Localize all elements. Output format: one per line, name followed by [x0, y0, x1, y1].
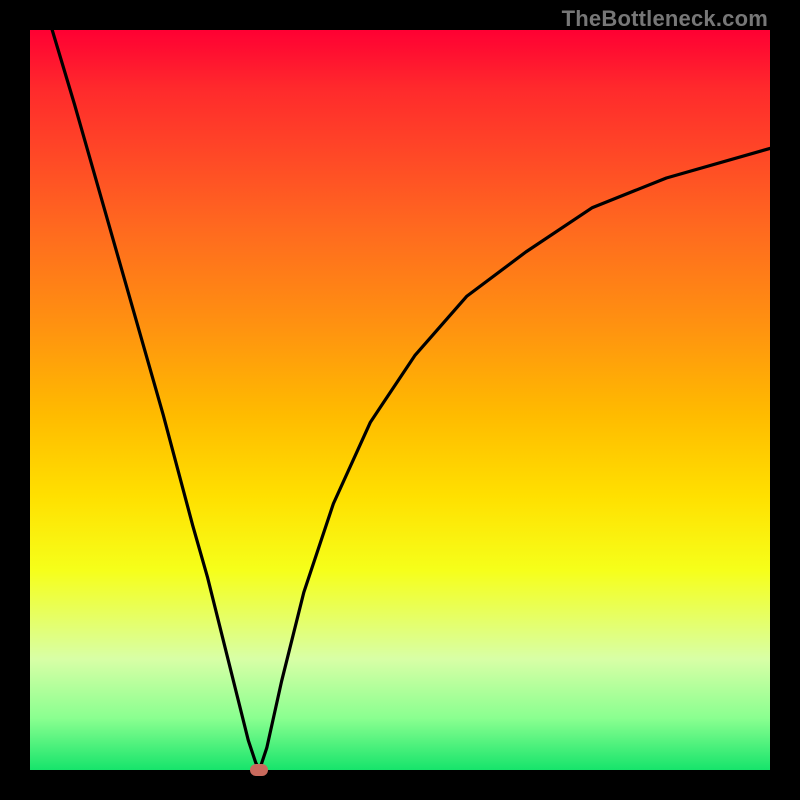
plot-area [30, 30, 770, 770]
watermark-text: TheBottleneck.com [562, 6, 768, 32]
chart-frame: TheBottleneck.com [0, 0, 800, 800]
curve-path [52, 30, 770, 770]
bottleneck-curve [30, 30, 770, 770]
minimum-marker [250, 764, 268, 776]
